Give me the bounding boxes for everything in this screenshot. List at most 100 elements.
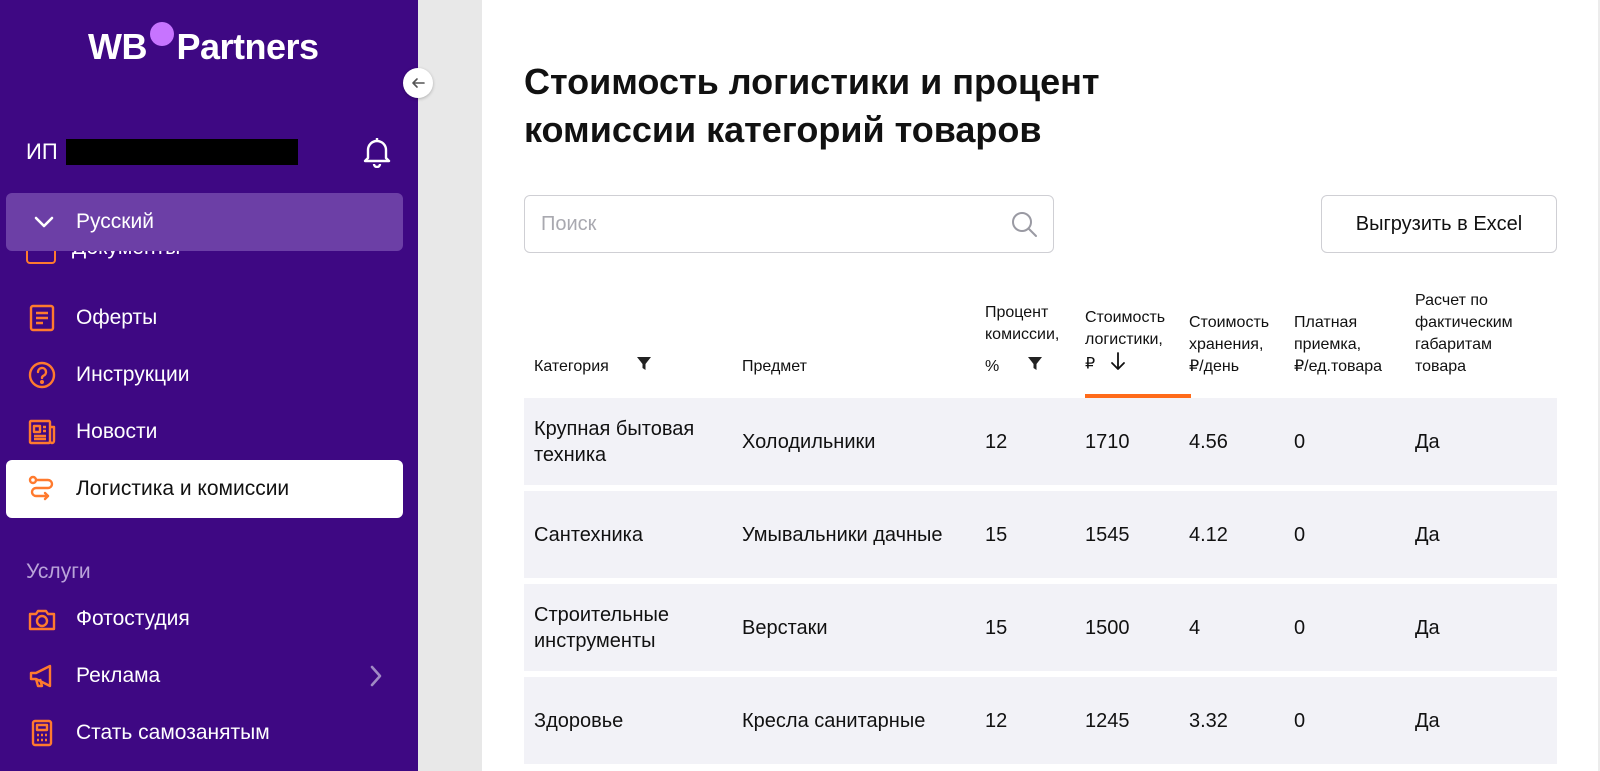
sidebar-item-instructions[interactable]: Инструкции (6, 346, 403, 404)
column-header-line: Стоимость (1085, 309, 1166, 326)
route-icon (26, 473, 58, 505)
cell-storage: 3.32 (1189, 709, 1228, 732)
cell-calculation: Да (1415, 523, 1440, 546)
table-header: Категория Предмет Процент комиссии, % Ст… (524, 280, 1557, 398)
logo-dot (150, 22, 174, 46)
column-header-line: логистики, (1085, 331, 1163, 348)
cell-logistics: 1545 (1085, 523, 1130, 546)
cell-category: Сантехника (534, 523, 643, 546)
cell-subject: Холодильники (742, 430, 876, 453)
sidebar-item-label: Стать самозанятым (76, 721, 270, 744)
column-header-line: % (985, 358, 1000, 375)
chevron-down-icon (32, 210, 56, 234)
cell-commission: 15 (985, 616, 1008, 639)
sidebar-item-news[interactable]: Новости (6, 403, 403, 461)
table-row[interactable]: Здоровье Кресла санитарные 12 1245 3.32 … (524, 677, 1557, 764)
sidebar-item-documents[interactable]: Документы (26, 248, 226, 272)
sidebar-item-label: Оферты (76, 306, 158, 329)
column-header-line: Платная (1294, 314, 1358, 331)
arrow-left-icon (412, 78, 425, 88)
calculator-icon (26, 717, 58, 749)
column-header-line: ₽/ед.товара (1294, 358, 1383, 375)
cell-calculation: Да (1415, 709, 1440, 732)
table-row[interactable]: Строительные инструменты Верстаки 15 150… (524, 584, 1557, 671)
table-row[interactable]: Крупная бытовая техника Холодильники 12 … (524, 398, 1557, 485)
sidebar-item-photostudio[interactable]: Фотостудия (6, 590, 403, 648)
cell-logistics: 1710 (1085, 430, 1130, 453)
commission-table: Категория Предмет Процент комиссии, % Ст… (524, 280, 1557, 770)
cell-category: Здоровье (534, 709, 624, 732)
column-header-line: комиссии, (985, 325, 1060, 343)
cell-calculation: Да (1415, 430, 1440, 453)
redacted-user-name (65, 139, 298, 165)
sidebar-item-label: Логистика и комиссии (76, 477, 290, 500)
logo-wb: WB (88, 26, 147, 67)
sidebar-item-offers[interactable]: Оферты (6, 289, 403, 347)
column-header-line: габаритам (1415, 336, 1492, 353)
wb-partners-logo[interactable]: WB Partners (88, 22, 320, 68)
cell-category: Крупная бытовая техника (534, 417, 695, 466)
collapse-sidebar-button[interactable] (403, 68, 433, 98)
column-header-acceptance[interactable]: Платная приемка, ₽/ед.товара (1294, 312, 1382, 378)
logo-partners: Partners (176, 26, 320, 67)
column-header-line: приемка, (1294, 336, 1362, 353)
export-excel-button[interactable]: Выгрузить в Excel (1321, 195, 1557, 253)
column-header-logistics[interactable]: Стоимость логистики, ₽ (1085, 307, 1165, 378)
column-header-line: ₽/день (1189, 358, 1240, 375)
column-header-line: товара (1415, 358, 1467, 375)
cell-calculation: Да (1415, 616, 1440, 639)
sidebar-item-ads[interactable]: Реклама (6, 647, 403, 705)
column-header-line: Стоимость (1189, 314, 1270, 331)
column-header-line: Расчет по (1415, 292, 1488, 309)
column-header-line: хранения, (1189, 336, 1264, 353)
cell-subject: Верстаки (742, 616, 828, 639)
column-header-calculation[interactable]: Расчет по фактическим габаритам товара (1415, 290, 1513, 378)
newspaper-icon (26, 416, 58, 448)
gray-gutter (418, 0, 482, 771)
cell-commission: 12 (985, 709, 1008, 732)
search-input[interactable] (525, 196, 1009, 252)
cell-category: Строительные инструменты (534, 603, 670, 652)
cell-logistics: 1245 (1085, 709, 1130, 732)
language-label: Русский (76, 210, 154, 233)
cell-storage: 4 (1189, 616, 1201, 639)
sidebar-item-logistics[interactable]: Логистика и комиссии (6, 460, 403, 518)
question-icon (26, 359, 58, 391)
column-header-line: Процент (985, 303, 1049, 321)
column-header-label: Категория (534, 358, 609, 375)
search-box[interactable] (524, 195, 1054, 253)
megaphone-icon (26, 660, 58, 692)
document-icon (26, 302, 58, 334)
camera-icon (26, 603, 58, 635)
column-header-category[interactable]: Категория (534, 356, 652, 378)
sidebar-item-label: Реклама (76, 664, 161, 687)
cell-storage: 4.56 (1189, 430, 1228, 453)
page-title: Стоимость логистики и процент комиссии к… (524, 61, 1100, 150)
cell-commission: 15 (985, 523, 1008, 546)
search-icon[interactable] (1009, 209, 1039, 239)
filter-icon[interactable] (637, 356, 652, 378)
column-header-line: фактическим (1415, 314, 1513, 331)
cell-logistics: 1500 (1085, 616, 1130, 639)
sidebar-item-self-employed[interactable]: Стать самозанятым (6, 704, 403, 762)
cell-storage: 4.12 (1189, 523, 1228, 546)
column-header-subject[interactable]: Предмет (742, 356, 807, 378)
cell-acceptance: 0 (1294, 709, 1306, 732)
cell-acceptance: 0 (1294, 616, 1306, 639)
sidebar-item-label: Инструкции (76, 363, 190, 386)
cell-commission: 12 (985, 430, 1008, 453)
cell-acceptance: 0 (1294, 430, 1306, 453)
chevron-right-icon (369, 664, 383, 693)
column-header-label: Предмет (742, 358, 807, 375)
table-row[interactable]: Сантехника Умывальники дачные 15 1545 4.… (524, 491, 1557, 578)
user-prefix: ИП (26, 139, 58, 164)
cell-acceptance: 0 (1294, 523, 1306, 546)
column-header-line: ₽ (1085, 355, 1096, 373)
main-content: Стоимость логистики и процент комиссии к… (482, 0, 1600, 771)
column-header-commission[interactable]: Процент комиссии, % (985, 302, 1059, 378)
column-header-storage[interactable]: Стоимость хранения, ₽/день (1189, 312, 1269, 378)
language-selector[interactable]: Русский (6, 193, 403, 251)
sort-desc-icon[interactable] (1110, 351, 1126, 378)
bell-icon[interactable] (362, 136, 392, 173)
filter-icon[interactable] (1027, 356, 1042, 378)
